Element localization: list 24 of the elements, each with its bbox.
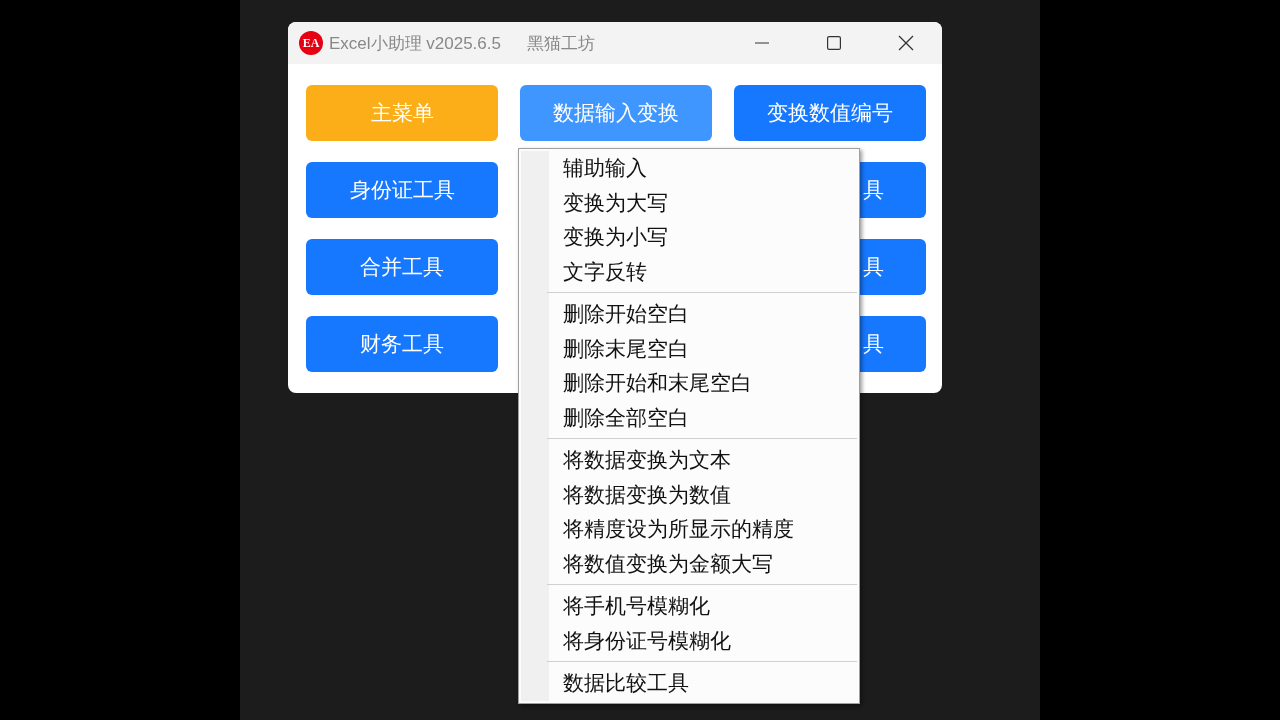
maximize-icon[interactable] xyxy=(827,33,841,53)
menu-item[interactable]: 变换为小写 xyxy=(519,220,859,255)
window-subtitle: 黑猫工坊 xyxy=(526,32,595,55)
menu-item[interactable]: 将手机号模糊化 xyxy=(519,589,859,624)
menu-item[interactable]: 数据比较工具 xyxy=(519,666,859,701)
menu-item[interactable]: 删除末尾空白 xyxy=(519,331,859,366)
menu-item[interactable]: 删除全部空白 xyxy=(519,400,859,435)
menu-item[interactable]: 将身份证号模糊化 xyxy=(519,623,859,658)
close-icon[interactable] xyxy=(898,33,914,53)
app-logo-icon: EA xyxy=(299,31,323,55)
menu-item[interactable]: 将数值变换为金额大写 xyxy=(519,546,859,581)
menu-item[interactable]: 删除开始空白 xyxy=(519,297,859,332)
tool-button[interactable]: 合并工具 xyxy=(306,239,498,295)
tool-button[interactable]: 身份证工具 xyxy=(306,162,498,218)
tool-button[interactable]: 财务工具 xyxy=(306,316,498,372)
menu-item[interactable]: 删除开始和末尾空白 xyxy=(519,366,859,401)
menu-item[interactable]: 变换为大写 xyxy=(519,185,859,220)
window-title: Excel小助理 v2025.6.5 xyxy=(329,32,501,55)
menu-item[interactable]: 将精度设为所显示的精度 xyxy=(519,512,859,547)
tool-button[interactable]: 变换数值编号 xyxy=(734,85,926,141)
menu-item[interactable]: 文字反转 xyxy=(519,254,859,289)
menu-item[interactable]: 辅助输入 xyxy=(519,151,859,186)
menu-item[interactable]: 将数据变换为数值 xyxy=(519,477,859,512)
menu-item[interactable]: 将数据变换为文本 xyxy=(519,443,859,478)
